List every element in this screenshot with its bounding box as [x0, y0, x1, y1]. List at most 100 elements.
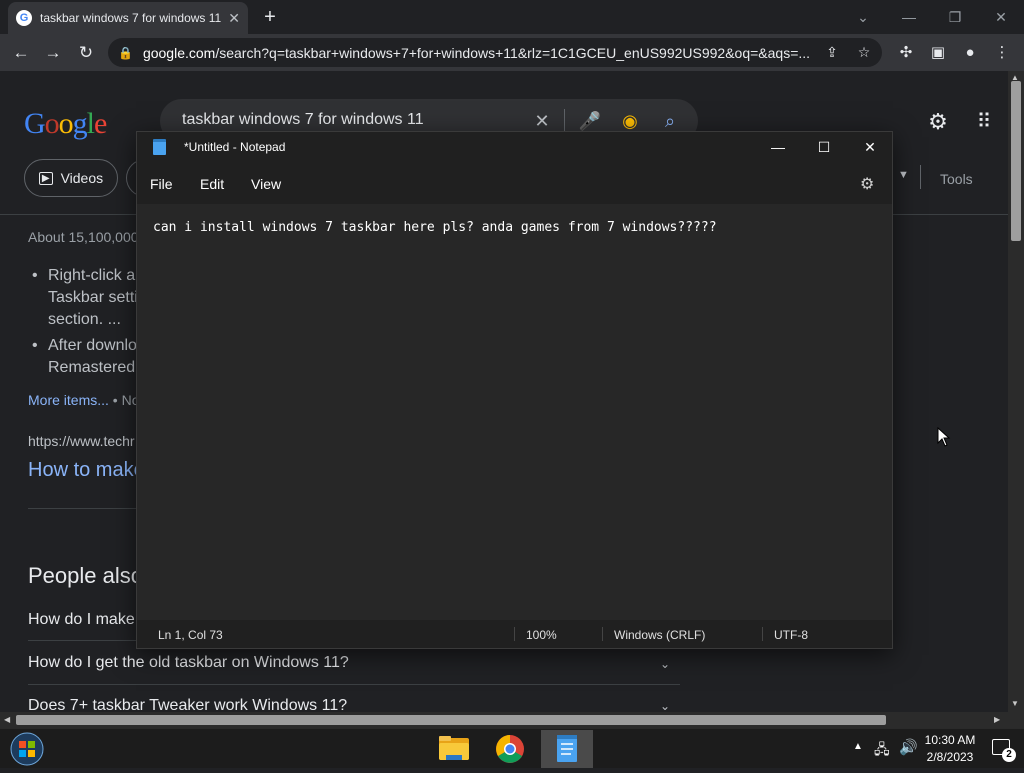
folder-icon	[439, 736, 469, 760]
side-panel-icon[interactable]: ▣	[925, 40, 951, 66]
tab-title: taskbar windows 7 for windows 11	[40, 11, 222, 25]
vertical-scroll-thumb[interactable]	[1011, 81, 1021, 241]
notepad-titlebar[interactable]: *Untitled - Notepad — ☐ ✕	[137, 132, 892, 162]
reload-icon[interactable]: ↻	[73, 40, 99, 66]
people-also-ask-heading: People also	[28, 563, 143, 588]
scroll-right-arrow-icon[interactable]: ▶	[994, 715, 1000, 724]
notification-count-badge: 2	[1002, 748, 1016, 762]
bookmark-star-icon[interactable]: ☆	[852, 38, 876, 67]
result-cite-url[interactable]: https://www.techr	[28, 433, 135, 449]
search-magnifier-icon[interactable]: ⌕	[658, 109, 682, 133]
videos-filter-chip[interactable]: ▶ Videos	[24, 159, 118, 197]
status-cursor-position: Ln 1, Col 73	[158, 628, 223, 642]
mouse-pointer-icon	[937, 427, 951, 447]
extensions-puzzle-icon[interactable]: ✣	[893, 40, 919, 66]
google-favicon-icon: G	[16, 10, 32, 26]
notepad-close-button[interactable]: ✕	[847, 132, 893, 162]
clock-date[interactable]: 2/8/2023	[920, 750, 980, 764]
forward-arrow-icon[interactable]: →	[40, 40, 66, 66]
search-query-text[interactable]: taskbar windows 7 for windows 11	[182, 111, 424, 129]
back-arrow-icon[interactable]: ←	[8, 40, 34, 66]
address-bar[interactable]: 🔒 google.com/search?q=taskbar+windows+7+…	[108, 38, 882, 67]
browser-toolbar: ← → ↻ 🔒 google.com/search?q=taskbar+wind…	[0, 34, 1024, 71]
taskbar-notepad[interactable]	[541, 730, 593, 768]
settings-gear-icon[interactable]: ⚙	[926, 109, 950, 135]
show-hidden-icons-chevron-icon[interactable]: ▲	[853, 741, 863, 752]
status-line-ending: Windows (CRLF)	[614, 628, 706, 642]
dropdown-caret-icon[interactable]: ▼	[898, 169, 909, 181]
network-icon[interactable]: 🖧	[874, 739, 890, 763]
taskbar-file-explorer[interactable]	[428, 730, 480, 768]
notepad-maximize-button[interactable]: ☐	[801, 132, 847, 162]
notepad-settings-gear-icon[interactable]: ⚙	[860, 174, 874, 194]
paa-question[interactable]: How do I make	[28, 611, 135, 629]
vertical-scrollbar[interactable]: ▲ ▼	[1008, 71, 1024, 712]
bullet-dot: •	[32, 337, 38, 354]
minimize-button[interactable]: —	[886, 4, 932, 30]
chevron-down-icon[interactable]: ⌄	[660, 657, 670, 671]
tools-button[interactable]: Tools	[940, 171, 973, 187]
notepad-window[interactable]: *Untitled - Notepad — ☐ ✕ File Edit View…	[136, 131, 893, 649]
new-tab-button[interactable]: +	[258, 5, 282, 29]
horizontal-scroll-thumb[interactable]	[16, 715, 886, 725]
google-apps-grid-icon[interactable]: ⠿	[972, 109, 996, 134]
tab-search-chevron-icon[interactable]: ⌄	[840, 4, 886, 30]
taskbar-chrome[interactable]	[484, 730, 536, 768]
lock-icon: 🔒	[118, 45, 133, 60]
notepad-statusbar: Ln 1, Col 73 100% Windows (CRLF) UTF-8	[137, 620, 892, 648]
play-icon: ▶	[38, 171, 53, 185]
menu-file[interactable]: File	[150, 176, 173, 192]
paa-question[interactable]: How do I get the old taskbar on Windows …	[28, 654, 349, 672]
lens-camera-icon[interactable]: ◉	[618, 109, 642, 133]
more-items-link[interactable]: More items... • No	[28, 392, 139, 408]
paa-divider	[28, 684, 680, 685]
menu-view[interactable]: View	[251, 176, 281, 192]
snippet-line: Remastered	[48, 359, 136, 376]
search-box-divider	[564, 109, 565, 133]
url-text: google.com/search?q=taskbar+windows+7+fo…	[142, 44, 811, 61]
share-icon[interactable]: ⇪	[820, 38, 844, 67]
close-window-button[interactable]: ✕	[978, 4, 1024, 30]
snippet-line: Taskbar setti	[48, 289, 138, 306]
horizontal-scrollbar[interactable]: ◀ ▶	[0, 712, 1008, 728]
status-zoom: 100%	[526, 628, 557, 642]
status-divider	[514, 627, 515, 641]
windows-taskbar: ▲ 🖧 🔊 10:30 AM 2/8/2023 2	[0, 728, 1024, 768]
menu-edit[interactable]: Edit	[200, 176, 224, 192]
scroll-left-arrow-icon[interactable]: ◀	[4, 715, 10, 724]
notepad-text-area[interactable]: can i install windows 7 taskbar here pls…	[153, 220, 717, 235]
status-divider	[762, 627, 763, 641]
videos-chip-label: Videos	[60, 170, 104, 186]
clock-time[interactable]: 10:30 AM	[920, 733, 980, 747]
tools-divider	[920, 165, 921, 189]
notepad-title: *Untitled - Notepad	[184, 140, 286, 154]
snippet-line: After downlo	[48, 337, 137, 354]
bullet-dot: •	[32, 267, 38, 284]
browser-menu-kebab-icon[interactable]: ⋮	[989, 40, 1015, 66]
browser-tabstrip: G taskbar windows 7 for windows 11 ✕ + ⌄…	[0, 0, 1024, 34]
results-count: About 15,100,000	[28, 229, 139, 245]
snippet-line: Right-click a	[48, 267, 136, 284]
notepad-minimize-button[interactable]: —	[755, 132, 801, 162]
chevron-down-icon[interactable]: ⌄	[660, 699, 670, 712]
action-center-notification-icon[interactable]: 2	[992, 739, 1016, 762]
browser-tab[interactable]: G taskbar windows 7 for windows 11 ✕	[8, 2, 248, 34]
notepad-menubar: File Edit View ⚙	[137, 162, 892, 204]
paa-question[interactable]: Does 7+ taskbar Tweaker work Windows 11?	[28, 697, 347, 712]
scroll-down-arrow-icon[interactable]: ▼	[1011, 699, 1019, 708]
volume-icon[interactable]: 🔊	[899, 738, 918, 756]
snippet-line: section. ...	[48, 311, 121, 328]
profile-avatar-icon[interactable]: ●	[957, 40, 983, 66]
google-doodle-logo[interactable]: Google	[24, 107, 107, 141]
result-title-link[interactable]: How to make	[28, 459, 145, 482]
chrome-icon	[496, 735, 524, 763]
voice-search-mic-icon[interactable]: 🎤	[578, 109, 602, 133]
status-divider	[602, 627, 603, 641]
notepad-icon	[557, 735, 577, 762]
clear-search-icon[interactable]: ✕	[530, 109, 554, 133]
windows-start-orb-icon[interactable]	[8, 731, 46, 767]
status-encoding: UTF-8	[774, 628, 808, 642]
tab-close-icon[interactable]: ✕	[228, 10, 240, 27]
scrollbar-corner	[1008, 712, 1024, 728]
restore-button[interactable]: ❐	[932, 4, 978, 30]
